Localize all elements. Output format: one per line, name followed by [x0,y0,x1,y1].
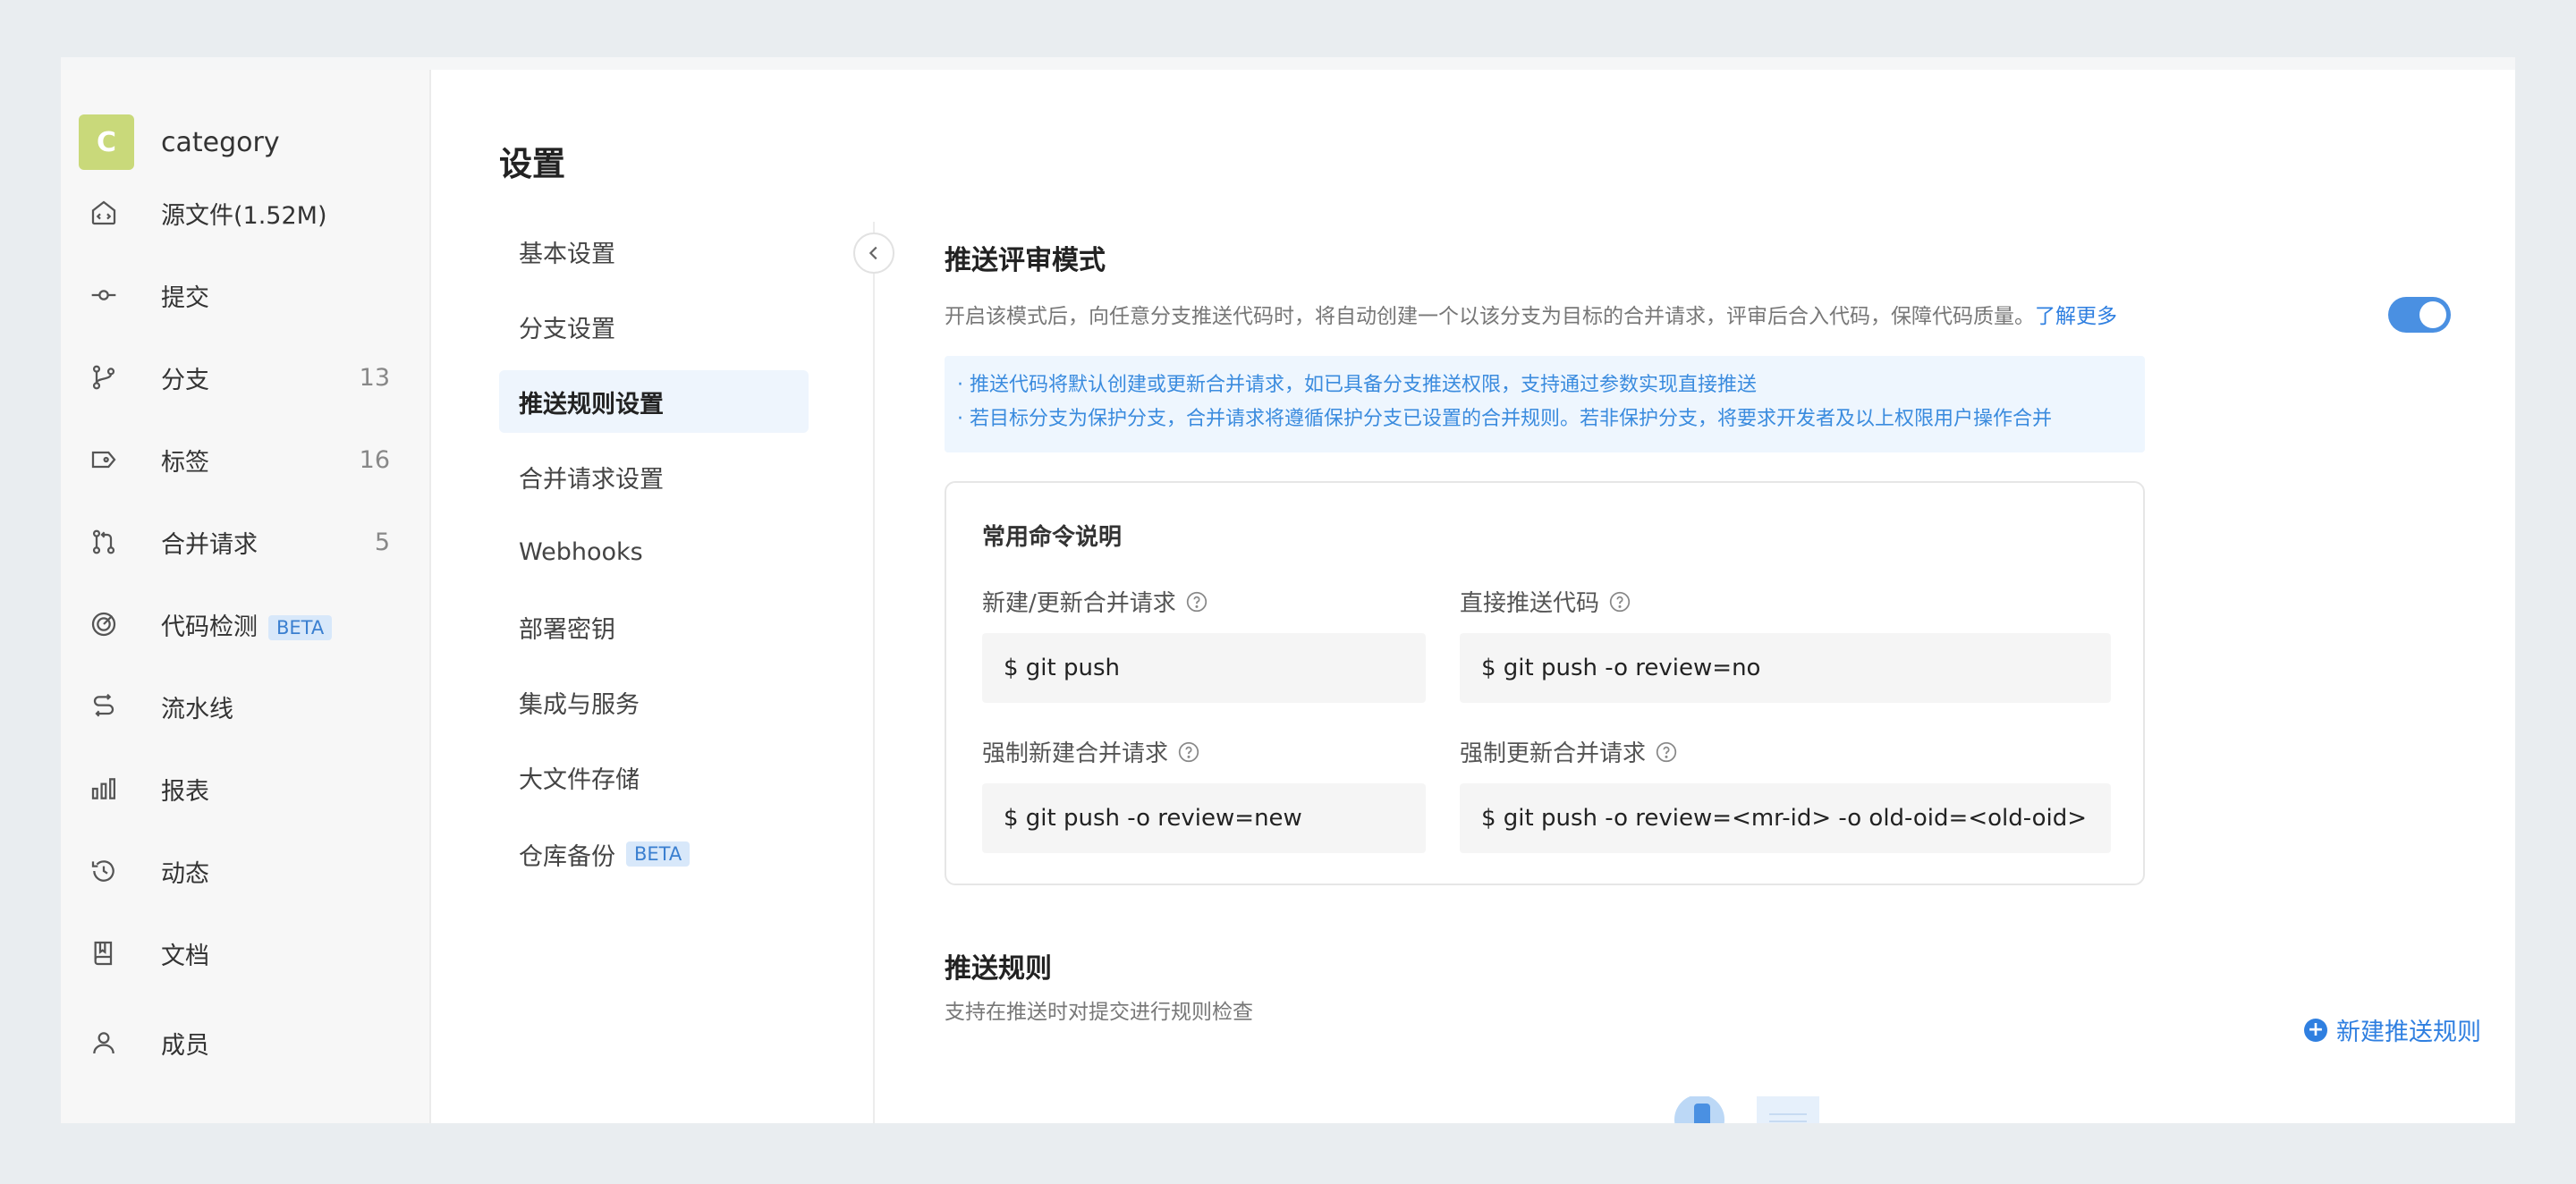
collapse-menu-button[interactable] [853,233,894,274]
command-label: 直接推送代码 [1460,585,1631,618]
sidebar-item-members[interactable]: 成员 [61,1016,431,1070]
backup-label: 仓库备份 [519,842,615,871]
pipeline-icon [88,690,120,723]
tag-count: 16 [359,445,390,474]
merge-request-icon [88,526,120,558]
settings-menu-integrations[interactable]: 集成与服务 [499,671,809,733]
sidebar-item-reports[interactable]: 报表 [61,762,431,816]
sidebar-item-label: 报表 [161,777,209,806]
sidebar-item-branches[interactable]: 分支 13 [61,351,431,404]
docs-icon [88,937,120,969]
sidebar-item-label: 提交 [161,283,209,312]
repo-name: category [161,126,280,158]
sidebar-item-code-scan[interactable]: 代码检测 BETA [61,597,431,651]
sidebar-item-label: 代码检测 BETA [161,607,333,642]
beta-badge: BETA [626,841,691,867]
command-box[interactable]: $ git push -o review=no [1460,633,2111,703]
toggle-knob [2419,301,2446,328]
push-review-description-text: 开启该模式后，向任意分支推送代码时，将自动创建一个以该分支为目标的合并请求，评审… [945,305,2035,328]
help-icon[interactable] [1655,740,1678,764]
settings-menu-basic[interactable]: 基本设置 [499,220,809,283]
command-label-text: 新建/更新合并请求 [982,590,1176,617]
info-line: · 若目标分支为保护分支，合并请求将遵循保护分支已设置的合并规则。若非保护分支，… [957,408,2052,430]
beta-badge: BETA [268,615,333,640]
sidebar-item-label: 源文件(1.52M) [161,201,327,230]
empty-state-illustration [1674,1096,1819,1123]
settings-menu-backup[interactable]: 仓库备份 BETA [499,823,809,885]
settings-menu-branches[interactable]: 分支设置 [499,295,809,358]
command-box[interactable]: $ git push [982,633,1426,703]
branch-count: 13 [359,363,390,392]
sidebar-item-commits[interactable]: 提交 [61,268,431,322]
repo-avatar: C [79,114,134,170]
sidebar-item-label: 成员 [161,1031,209,1060]
branch-icon [88,361,120,393]
sidebar-item-label: 文档 [161,942,209,970]
sidebar: C category 源文件(1.52M) 提交 分支 13 标签 16 合并请… [61,70,431,1123]
sidebar-item-pipeline[interactable]: 流水线 [61,680,431,733]
new-push-rule-button[interactable]: + 新建推送规则 [2304,1012,2481,1047]
sidebar-item-label: 分支 [161,366,209,394]
push-review-description: 开启该模式后，向任意分支推送代码时，将自动创建一个以该分支为目标的合并请求，评审… [945,299,2117,329]
sidebar-item-docs[interactable]: 文档 [61,926,431,980]
page-title: 设置 [499,145,565,183]
sidebar-item-source-files[interactable]: 源文件(1.52M) [61,186,431,240]
command-box[interactable]: $ git push -o review=new [982,783,1426,853]
code-scan-label: 代码检测 [161,613,258,641]
command-label: 强制新建合并请求 [982,735,1200,768]
push-review-toggle[interactable] [2388,297,2451,333]
help-icon[interactable] [1177,740,1200,764]
settings-menu-webhooks[interactable]: Webhooks [499,520,809,583]
merge-request-count: 5 [374,528,390,556]
command-label: 新建/更新合并请求 [982,585,1208,618]
activity-icon [88,855,120,887]
help-icon[interactable] [1608,590,1631,613]
help-icon[interactable] [1185,590,1208,613]
settings-menu-deploy-keys[interactable]: 部署密钥 [499,596,809,658]
push-rules-description: 支持在推送时对提交进行规则检查 [945,1001,1253,1024]
new-push-rule-label: 新建推送规则 [2336,1019,2481,1046]
push-rules-title: 推送规则 [945,953,1052,985]
command-help-card: 常用命令说明 新建/更新合并请求 $ git push 直接推送代码 $ git… [945,481,2145,885]
info-line: · 推送代码将默认创建或更新合并请求，如已具备分支推送权限，支持通过参数实现直接… [957,374,1757,396]
sidebar-item-label: 合并请求 [161,530,258,559]
sidebar-item-merge-requests[interactable]: 合并请求 5 [61,515,431,569]
code-scan-icon [88,608,120,640]
command-help-title: 常用命令说明 [982,524,1123,551]
push-review-info: · 推送代码将默认创建或更新合并请求，如已具备分支推送权限，支持通过参数实现直接… [945,356,2145,452]
settings-menu-push-rules[interactable]: 推送规则设置 [499,370,809,433]
chevron-left-icon [869,246,877,260]
sidebar-item-label: 动态 [161,859,209,888]
commit-icon [88,279,120,311]
command-box[interactable]: $ git push -o review=<mr-id> -o old-oid=… [1460,783,2111,853]
command-label: 强制更新合并请求 [1460,735,1678,768]
plus-circle-icon: + [2304,1018,2327,1042]
sidebar-item-label: 流水线 [161,695,233,723]
source-files-icon [88,197,120,229]
command-label-text: 强制新建合并请求 [982,740,1169,767]
sidebar-item-tags[interactable]: 标签 16 [61,433,431,486]
menu-divider [873,222,875,1123]
repo-header[interactable]: C category [79,114,280,170]
push-review-title: 推送评审模式 [945,245,1106,276]
settings-menu-lfs[interactable]: 大文件存储 [499,746,809,808]
command-label-text: 强制更新合并请求 [1460,740,1647,767]
report-icon [88,773,120,805]
settings-menu-merge-requests[interactable]: 合并请求设置 [499,445,809,508]
member-icon [88,1027,120,1059]
command-label-text: 直接推送代码 [1460,590,1600,617]
learn-more-link[interactable]: 了解更多 [2035,305,2117,328]
sidebar-item-label: 标签 [161,448,209,477]
tag-icon [88,444,120,476]
app-window: C category 源文件(1.52M) 提交 分支 13 标签 16 合并请… [61,57,2515,1123]
sidebar-item-activity[interactable]: 动态 [61,844,431,898]
